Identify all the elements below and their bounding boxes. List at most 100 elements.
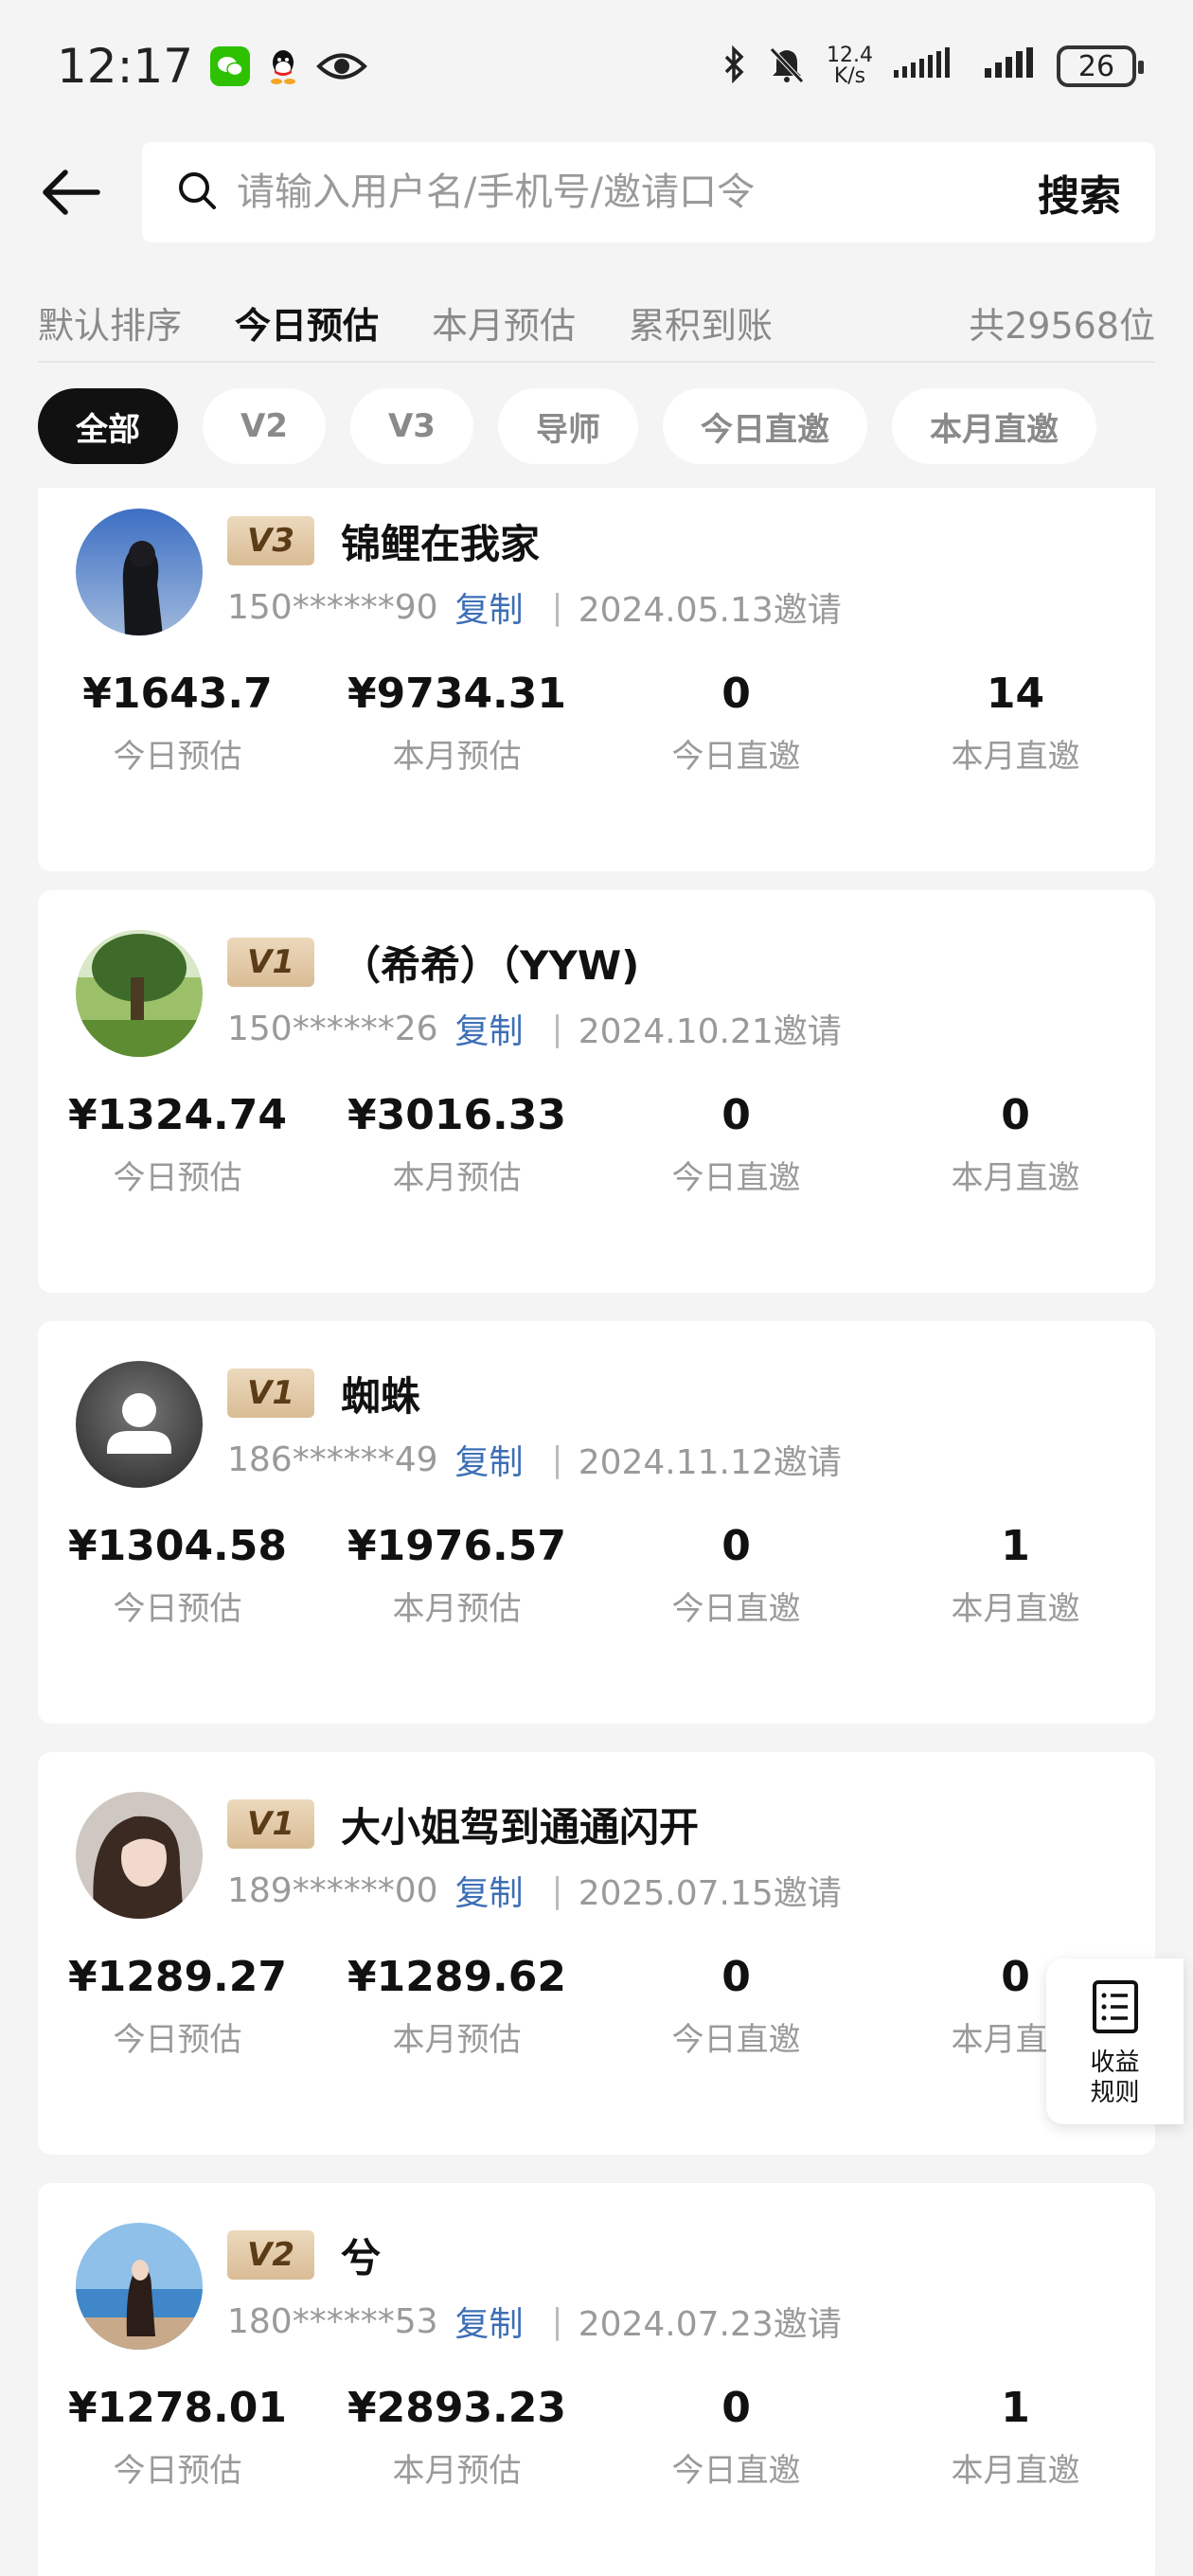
stat-label: 今日预估 [113, 2452, 242, 2490]
stat-label: 本月预估 [392, 2452, 522, 2490]
today-estimate-value: ¥1278.01 [67, 2384, 288, 2432]
member-name: 兮 [341, 2235, 382, 2281]
stat-label: 今日预估 [113, 2021, 242, 2059]
month-direct-value: 1 [1001, 1522, 1030, 1570]
signal-icon [894, 47, 964, 85]
meta-separator: | [551, 1870, 563, 1910]
copy-button[interactable]: 复制 [455, 1435, 524, 1484]
stat-label: 本月预估 [392, 738, 522, 776]
month-direct-value: 14 [986, 670, 1045, 718]
today-direct-value: 0 [721, 1953, 751, 2001]
divider [38, 361, 1155, 363]
today-direct-value: 0 [721, 670, 751, 718]
phone-number: 186******49 [227, 1440, 438, 1479]
today-estimate-value: ¥1324.74 [67, 1091, 288, 1139]
stat-label: 本月预估 [392, 2021, 522, 2059]
sort-tabs: 默认排序 今日预估 本月预估 累积到账 共29568位 [38, 284, 1155, 360]
copy-button[interactable]: 复制 [455, 582, 524, 632]
earnings-rules-label: 收益规则 [1090, 2048, 1140, 2107]
copy-button[interactable]: 复制 [455, 2297, 524, 2346]
today-direct-value: 0 [721, 2384, 751, 2432]
mute-bell-icon [768, 45, 806, 87]
meta-separator: | [551, 587, 563, 627]
filter-v3[interactable]: V3 [349, 388, 473, 464]
tab-accumulated[interactable]: 累积到账 [629, 296, 773, 349]
member-stats: ¥1324.74 今日预估 ¥3016.33 本月预估 0 今日直邀 0 本月直邀 [38, 1087, 1155, 1198]
copy-button[interactable]: 复制 [455, 1004, 524, 1053]
member-name: 大小姐驾到通通闪开 [341, 1804, 700, 1851]
filter-today-direct[interactable]: 今日直邀 [662, 388, 867, 464]
invite-date: 2024.05.13邀请 [578, 591, 842, 630]
tab-month-estimate[interactable]: 本月预估 [432, 296, 576, 349]
back-arrow-icon[interactable] [0, 140, 142, 244]
signal-icon [985, 47, 1036, 85]
stat-label: 今日直邀 [671, 1159, 801, 1197]
earnings-rules-button[interactable]: 收益规则 [1046, 1959, 1184, 2124]
month-direct-value: 0 [1001, 1091, 1030, 1139]
filter-mentor[interactable]: 导师 [497, 388, 638, 464]
month-estimate-value: ¥9734.31 [347, 670, 567, 718]
avatar [76, 930, 203, 1057]
eye-icon [316, 50, 367, 82]
battery-indicator: 26 [1057, 45, 1144, 87]
net-speed: 12.4 K/s [827, 44, 873, 88]
filter-all[interactable]: 全部 [38, 388, 178, 464]
meta-separator: | [551, 1440, 563, 1479]
level-badge: V2 [227, 2230, 314, 2280]
tab-today-estimate[interactable]: 今日预估 [235, 296, 379, 349]
filter-v2[interactable]: V2 [203, 388, 326, 464]
invite-date: 2024.11.12邀请 [578, 1443, 842, 1482]
member-card[interactable]: V1 蜘蛛 186******49 复制 | 2024.11.12邀请 ¥130… [38, 1321, 1155, 1724]
search-button[interactable]: 搜索 [1038, 162, 1121, 223]
invite-date: 2024.07.23邀请 [578, 2305, 842, 2344]
level-badge: V1 [227, 1799, 314, 1849]
member-meta: 150******26 复制 | 2024.10.21邀请 [227, 1004, 842, 1053]
member-card[interactable]: V3 锦鲤在我家 150******90 复制 | 2024.05.13邀请 ¥… [38, 488, 1155, 871]
member-meta: 189******00 复制 | 2025.07.15邀请 [227, 1866, 842, 1915]
stat-label: 本月预估 [392, 1590, 522, 1628]
stat-label: 今日直邀 [671, 2021, 801, 2059]
stat-label: 今日直邀 [671, 2452, 801, 2490]
qq-icon [267, 47, 299, 85]
filter-month-direct[interactable]: 本月直邀 [891, 388, 1096, 464]
search-icon [176, 170, 218, 215]
status-time: 12:17 [57, 39, 194, 94]
member-card[interactable]: V2 兮 180******53 复制 | 2024.07.23邀请 ¥1278… [38, 2183, 1155, 2576]
today-estimate-value: ¥1643.7 [82, 670, 273, 718]
month-estimate-value: ¥2893.23 [347, 2384, 567, 2432]
month-direct-value: 1 [1001, 2384, 1030, 2432]
avatar [76, 2223, 203, 2350]
month-estimate-value: ¥3016.33 [347, 1091, 567, 1139]
tab-default-sort[interactable]: 默认排序 [38, 296, 182, 349]
search-input[interactable] [237, 170, 1038, 214]
stat-label: 本月直邀 [951, 738, 1080, 776]
invite-date: 2025.07.15邀请 [578, 1874, 842, 1913]
avatar [76, 1792, 203, 1919]
member-stats: ¥1289.27 今日预估 ¥1289.62 本月预估 0 今日直邀 0 本月直邀 [38, 1949, 1155, 2060]
avatar [76, 1361, 203, 1488]
avatar [76, 509, 203, 635]
member-list: V3 锦鲤在我家 150******90 复制 | 2024.05.13邀请 ¥… [38, 488, 1155, 2576]
stat-label: 今日直邀 [671, 738, 801, 776]
document-list-icon [1092, 1979, 1139, 2038]
member-card[interactable]: V1 （希希）（YYW) 150******26 复制 | 2024.10.21… [38, 890, 1155, 1293]
month-estimate-value: ¥1976.57 [347, 1522, 567, 1570]
stat-label: 本月直邀 [951, 1590, 1080, 1628]
today-estimate-value: ¥1289.27 [67, 1953, 288, 2001]
member-meta: 186******49 复制 | 2024.11.12邀请 [227, 1435, 842, 1484]
member-stats: ¥1278.01 今日预估 ¥2893.23 本月预估 0 今日直邀 1 本月直邀 [38, 2380, 1155, 2491]
member-name: 锦鲤在我家 [341, 521, 541, 567]
meta-separator: | [551, 2301, 563, 2341]
copy-button[interactable]: 复制 [455, 1866, 524, 1915]
level-badge: V1 [227, 1368, 314, 1418]
phone-number: 150******90 [227, 587, 438, 627]
level-badge: V1 [227, 938, 314, 987]
today-estimate-value: ¥1304.58 [67, 1522, 288, 1570]
bluetooth-icon [722, 45, 747, 87]
stat-label: 今日预估 [113, 738, 242, 776]
member-name: 蜘蛛 [341, 1373, 421, 1420]
status-bar: 12:17 12.4 K/s 26 [0, 0, 1193, 133]
member-card[interactable]: V1 大小姐驾到通通闪开 189******00 复制 | 2025.07.15… [38, 1752, 1155, 2155]
member-meta: 150******90 复制 | 2024.05.13邀请 [227, 582, 842, 632]
phone-number: 189******00 [227, 1870, 438, 1910]
